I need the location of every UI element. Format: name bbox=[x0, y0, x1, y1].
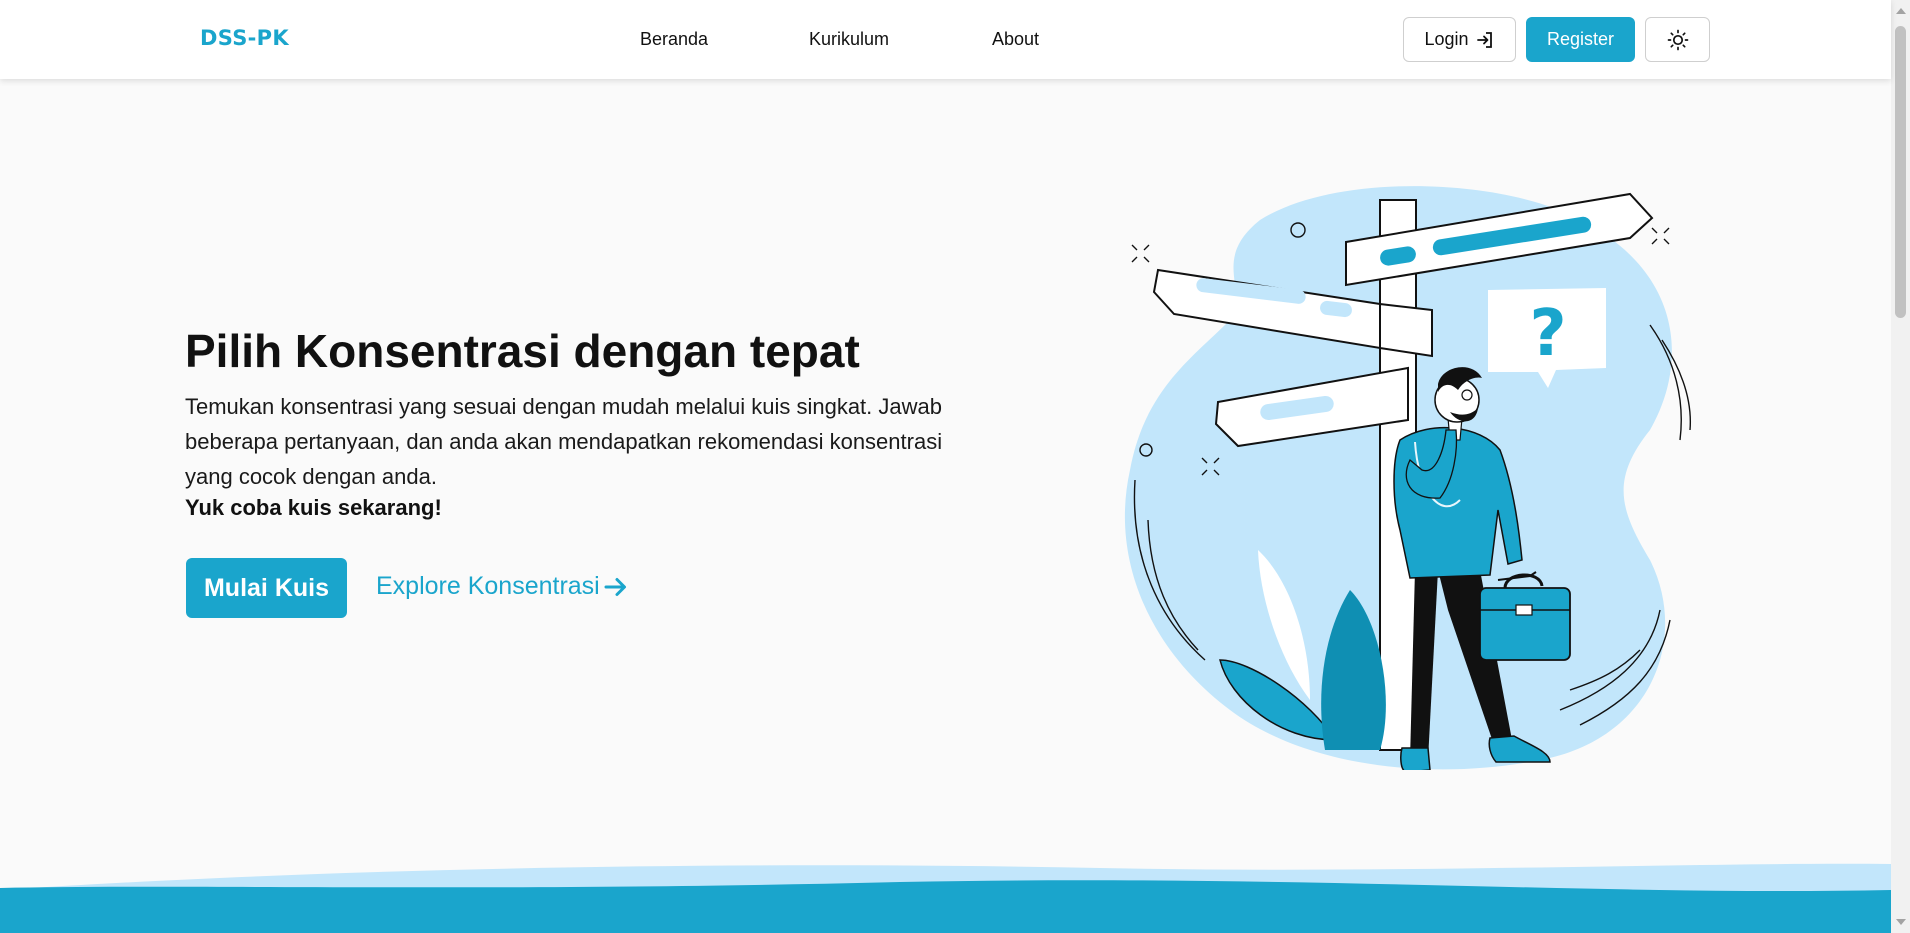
explore-link-label: Explore Konsentrasi bbox=[376, 572, 600, 600]
explore-link[interactable]: Explore Konsentrasi bbox=[376, 572, 628, 601]
nav-link-beranda[interactable]: Beranda bbox=[640, 29, 708, 50]
scroll-thumb[interactable] bbox=[1895, 26, 1906, 318]
page-scrollbar[interactable] bbox=[1891, 0, 1910, 933]
arrow-right-icon bbox=[604, 577, 626, 596]
login-label: Login bbox=[1424, 29, 1469, 49]
scroll-down-arrow[interactable] bbox=[1896, 919, 1906, 925]
nav-link-kurikulum[interactable]: Kurikulum bbox=[809, 29, 889, 50]
nav-link-about[interactable]: About bbox=[992, 29, 1039, 50]
theme-toggle-button[interactable] bbox=[1645, 17, 1710, 62]
start-quiz-button[interactable]: Mulai Kuis bbox=[186, 558, 347, 618]
register-button[interactable]: Register bbox=[1526, 17, 1635, 62]
svg-text:?: ? bbox=[1529, 297, 1566, 371]
footer-wave bbox=[0, 863, 1891, 933]
hero-description: Temukan konsentrasi yang sesuai dengan m… bbox=[185, 394, 943, 489]
hero-illustration: ? bbox=[1124, 186, 1692, 770]
sun-icon bbox=[1667, 29, 1688, 50]
login-button[interactable]: Login bbox=[1403, 17, 1516, 62]
login-arrow-icon bbox=[1476, 31, 1492, 48]
hero-title: Pilih Konsentrasi dengan tepat bbox=[185, 325, 860, 377]
navbar: DSS-PK Beranda Kurikulum About Login Reg… bbox=[0, 0, 1891, 79]
hero-cta-text: Yuk coba kuis sekarang! bbox=[185, 495, 442, 520]
brand-logo[interactable]: DSS-PK bbox=[200, 26, 289, 50]
scroll-up-arrow[interactable] bbox=[1896, 8, 1906, 14]
